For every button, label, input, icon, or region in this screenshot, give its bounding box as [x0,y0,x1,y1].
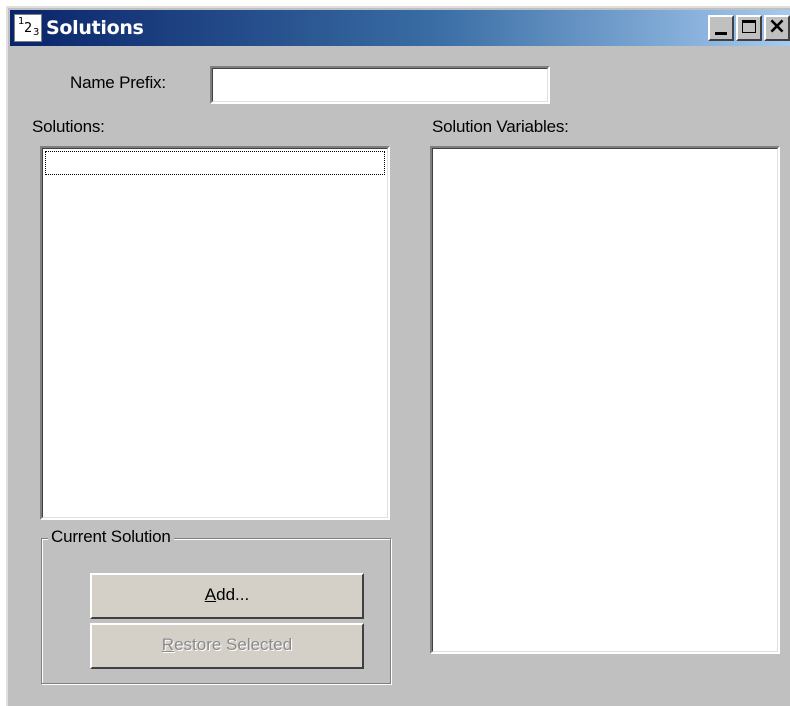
maximize-button[interactable] [736,15,762,41]
add-button-access-key: A [204,585,217,604]
solution-variables-list[interactable] [429,145,781,655]
restore-button-access-key: R [161,635,175,654]
solutions-window: 123 Solutions × Name Prefix: Solutions: … [6,6,790,706]
name-prefix-input[interactable] [215,71,545,99]
name-prefix-field-frame [209,65,551,105]
current-solution-legend: Current Solution [48,527,174,547]
add-button[interactable]: Add... [90,573,364,619]
window-title: Solutions [46,17,144,39]
restore-button-label: estore Selected [174,635,293,654]
name-prefix-label: Name Prefix: [70,73,166,92]
minimize-button[interactable] [708,15,734,41]
minimize-icon [715,32,727,35]
caption-buttons: × [706,14,790,41]
close-button[interactable]: × [764,14,790,41]
close-icon: × [767,14,787,39]
solutions-list[interactable] [39,145,391,521]
title-bar[interactable]: 123 Solutions × [10,10,790,46]
restore-selected-button[interactable]: Restore Selected [90,623,364,669]
add-button-label: dd... [216,585,250,604]
current-solution-group: Current Solution Add... Restore Selected [41,527,391,684]
solution-variables-label: Solution Variables: [432,117,569,136]
list-focus-item[interactable] [45,151,385,175]
variables-123-icon[interactable]: 123 [14,14,42,42]
solutions-label: Solutions: [32,117,105,136]
maximize-icon [742,20,756,33]
